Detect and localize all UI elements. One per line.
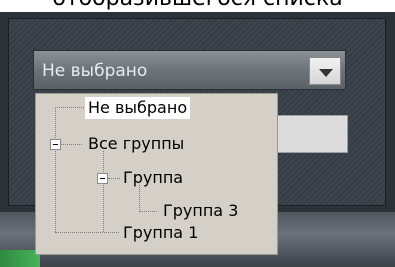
tree-item-group[interactable]: Группа [120,167,186,189]
page-caption: отобразившегося списка [0,0,395,12]
tree-line [139,211,157,212]
group-tree-list[interactable]: Не выбрано Все группы Группа Группа 3 Гр… [35,93,278,255]
collapse-icon[interactable] [97,173,108,184]
tree-line [60,144,82,145]
tree-line [55,107,84,108]
group-select[interactable]: Не выбрано [33,50,346,90]
tree-line [55,232,119,233]
tree-item-all-groups[interactable]: Все группы [85,133,187,155]
tree-line [108,178,120,179]
group-select-value: Не выбрано [42,61,148,81]
chevron-down-icon [319,69,333,77]
tree-item-none[interactable]: Не выбрано [85,97,191,119]
status-strip [0,250,40,267]
tree-line [55,107,56,232]
tree-line [139,185,140,212]
dropdown-toggle-button[interactable] [309,57,341,85]
tree-line [103,151,104,232]
tree-item-group-1[interactable]: Группа 1 [120,222,201,244]
collapse-icon[interactable] [50,139,61,150]
tree-item-group-3[interactable]: Группа 3 [160,200,241,222]
